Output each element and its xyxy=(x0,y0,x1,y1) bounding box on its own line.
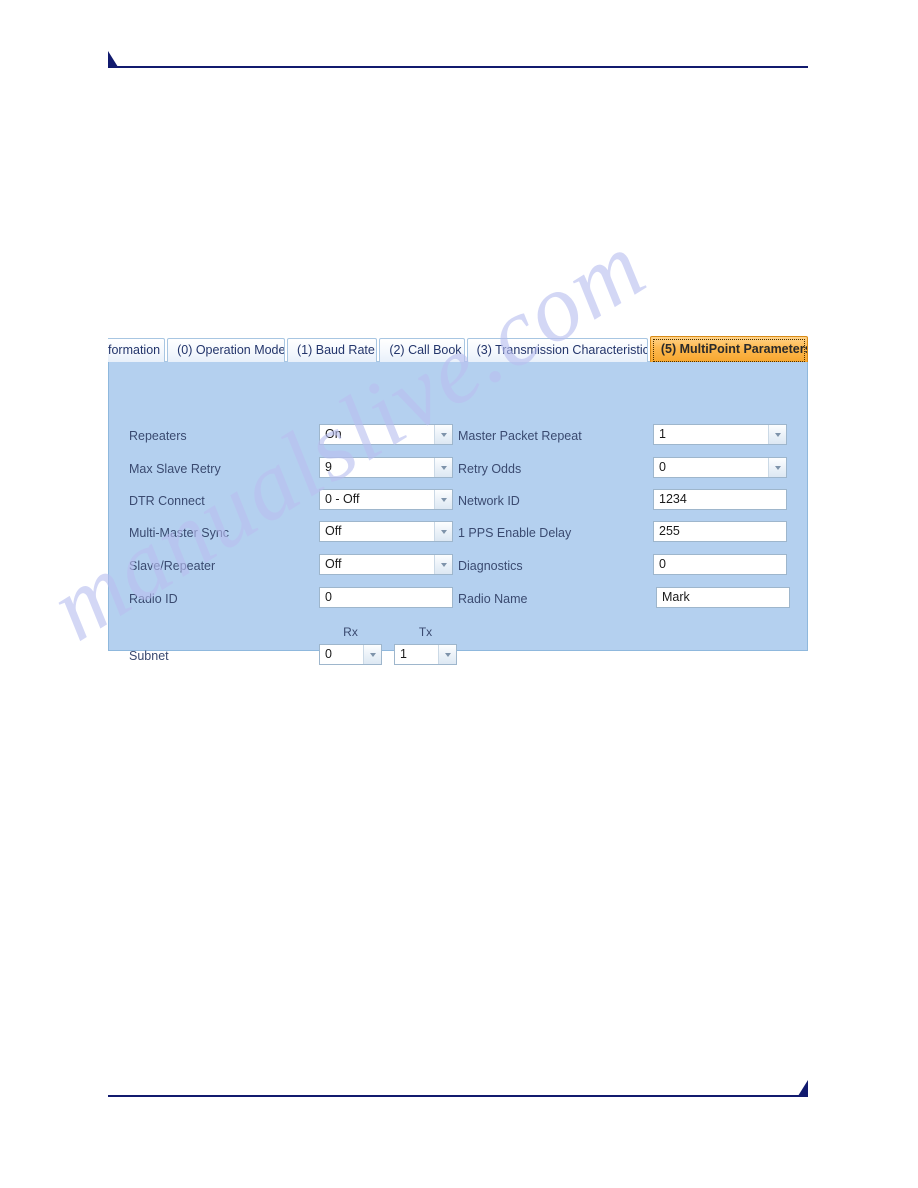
subnet-rx-select[interactable]: 0 xyxy=(319,644,382,665)
max-slave-retry-select[interactable]: 9 xyxy=(319,457,453,478)
subnet-tx-select[interactable]: 1 xyxy=(394,644,457,665)
subnet-rx-value: 0 xyxy=(325,647,332,661)
chevron-down-icon[interactable] xyxy=(434,490,452,509)
footer-rule xyxy=(108,1075,808,1097)
footer-triangle-icon xyxy=(798,1080,808,1096)
label-multi-master-sync: Multi-Master Sync xyxy=(129,526,230,540)
repeaters-select[interactable]: On xyxy=(319,424,453,445)
radio-id-input[interactable]: 0 xyxy=(319,587,453,608)
header-triangle-icon xyxy=(108,51,118,67)
label-radio-id: Radio ID xyxy=(129,592,178,606)
tab-transmission-characteristics[interactable]: (3) Transmission Characteristics xyxy=(466,338,648,362)
tab-strip: formation (0) Operation Mode (1) Baud Ra… xyxy=(108,336,809,362)
chevron-down-icon[interactable] xyxy=(434,425,452,444)
label-max-slave-retry: Max Slave Retry xyxy=(129,462,221,476)
header-rule xyxy=(108,46,808,68)
label-network-id: Network ID xyxy=(458,494,520,508)
chevron-down-icon[interactable] xyxy=(438,645,456,664)
chevron-down-icon[interactable] xyxy=(434,458,452,477)
tab-baud-rate[interactable]: (1) Baud Rate xyxy=(287,338,378,362)
repeaters-value: On xyxy=(325,427,342,441)
master-packet-repeat-value: 1 xyxy=(659,427,666,441)
max-slave-retry-value: 9 xyxy=(325,460,332,474)
tab-label: (3) Transmission Characteristics xyxy=(476,343,648,357)
tab-label: (0) Operation Mode xyxy=(177,343,285,357)
chevron-down-icon[interactable] xyxy=(434,555,452,574)
parameters-form: Repeaters Max Slave Retry DTR Connect Mu… xyxy=(109,362,807,665)
tab-multipoint-parameters[interactable]: (5) MultiPoint Parameters xyxy=(649,336,809,362)
tab-label: (1) Baud Rate xyxy=(297,343,375,357)
tab-call-book[interactable]: (2) Call Book xyxy=(379,338,465,362)
retry-odds-value: 0 xyxy=(659,460,666,474)
slave-repeater-select[interactable]: Off xyxy=(319,554,453,575)
tab-operation-mode[interactable]: (0) Operation Mode xyxy=(167,338,285,362)
label-subnet: Subnet xyxy=(129,649,169,663)
label-retry-odds: Retry Odds xyxy=(458,462,522,476)
chevron-down-icon[interactable] xyxy=(434,522,452,541)
radio-name-input[interactable]: Mark xyxy=(656,587,790,608)
footer-rule-line xyxy=(108,1095,808,1097)
multi-master-sync-select[interactable]: Off xyxy=(319,521,453,542)
tab-label: (5) MultiPoint Parameters xyxy=(660,342,809,356)
label-dtr-connect: DTR Connect xyxy=(129,494,205,508)
label-radio-name: Radio Name xyxy=(458,592,528,606)
header-rule-line xyxy=(108,66,808,68)
dtr-connect-value: 0 - Off xyxy=(325,492,360,506)
label-diagnostics: Diagnostics xyxy=(458,559,523,573)
diagnostics-input[interactable]: 0 xyxy=(653,554,787,575)
tab-label: (2) Call Book xyxy=(389,343,462,357)
label-master-packet-repeat: Master Packet Repeat xyxy=(458,429,582,443)
subnet-tx-header: Tx xyxy=(418,625,433,639)
subnet-rx-header: Rx xyxy=(343,625,358,639)
master-packet-repeat-select[interactable]: 1 xyxy=(653,424,787,445)
label-1pps-enable-delay: 1 PPS Enable Delay xyxy=(458,526,572,540)
label-slave-repeater: Slave/Repeater xyxy=(129,559,216,573)
multipoint-parameters-panel: Repeaters Max Slave Retry DTR Connect Mu… xyxy=(108,361,808,665)
chevron-down-icon[interactable] xyxy=(363,645,381,664)
retry-odds-select[interactable]: 0 xyxy=(653,457,787,478)
network-id-input[interactable]: 1234 xyxy=(653,489,787,510)
one-pps-enable-delay-input[interactable]: 255 xyxy=(653,521,787,542)
chevron-down-icon[interactable] xyxy=(768,425,786,444)
tab-information[interactable]: formation xyxy=(108,338,166,362)
multipoint-parameters-dialog: formation (0) Operation Mode (1) Baud Ra… xyxy=(108,336,809,665)
multi-master-sync-value: Off xyxy=(325,524,342,538)
dtr-connect-select[interactable]: 0 - Off xyxy=(319,489,453,510)
subnet-tx-value: 1 xyxy=(400,647,407,661)
slave-repeater-value: Off xyxy=(325,557,342,571)
label-repeaters: Repeaters xyxy=(129,429,187,443)
chevron-down-icon[interactable] xyxy=(768,458,786,477)
tab-label: formation xyxy=(108,343,161,357)
